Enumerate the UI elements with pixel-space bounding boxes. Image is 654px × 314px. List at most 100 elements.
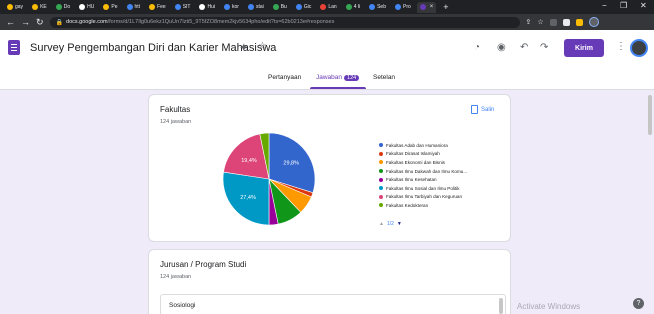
pager-next-icon[interactable]: ▼	[397, 221, 402, 227]
extension-icon[interactable]	[549, 18, 557, 26]
browser-tab[interactable]: Hui	[196, 2, 218, 13]
bookmark-star-icon[interactable]: ☆	[537, 18, 543, 26]
extension-icon[interactable]	[575, 18, 583, 26]
browser-tab[interactable]: kor	[221, 2, 242, 13]
legend-label: Fakultas Ilmu Sosial dan Ilmu Politik	[386, 185, 460, 191]
tab-label: Fee	[157, 4, 166, 10]
copy-chart-button[interactable]: Salin	[471, 105, 494, 114]
legend-item: Fakultas Adab dan Humaniora	[379, 141, 467, 150]
tab-favicon-icon	[295, 4, 302, 10]
tab-settings[interactable]: Setelan	[373, 74, 395, 81]
browser-tab[interactable]: Do	[53, 2, 73, 13]
extension-icon[interactable]	[562, 18, 570, 26]
browser-tab[interactable]: KE	[29, 2, 50, 13]
forward-icon[interactable]: →	[21, 17, 30, 27]
list-scrollbar[interactable]	[499, 298, 503, 314]
copy-icon	[471, 105, 478, 114]
legend-item: Fakultas Ilmu Dakwah dan Ilmu Komu...	[379, 167, 467, 176]
legend-item: Fakultas Dirasat Islamiyah	[379, 150, 467, 159]
lock-icon: 🔒	[55, 19, 64, 26]
tab-responses-label: Jawaban	[316, 74, 343, 81]
tab-favicon-icon	[247, 4, 254, 10]
back-icon[interactable]: ←	[6, 17, 15, 27]
browser-tab[interactable]: gay	[4, 2, 26, 13]
browser-tab[interactable]: Pe	[100, 2, 120, 13]
help-icon[interactable]: ?	[633, 298, 644, 309]
legend-swatch	[379, 186, 383, 191]
legend-swatch	[379, 169, 383, 174]
undo-icon[interactable]: ↶	[520, 42, 528, 53]
legend-item: Fakultas Ekonomi dan Bisnis	[379, 158, 467, 167]
reload-icon[interactable]: ↻	[36, 17, 44, 28]
send-button[interactable]: Kirim	[564, 39, 604, 57]
response-list[interactable]: Sosiologi	[160, 294, 506, 314]
restore-icon[interactable]: ❐	[620, 1, 627, 10]
address-bar: ← → ↻ 🔒 docs.google.com/forms/d/1L7Ilg0u…	[0, 14, 654, 30]
active-tab-indicator	[310, 87, 366, 89]
legend-label: Fakultas Kedokteran	[386, 202, 429, 208]
tab-favicon-icon	[345, 4, 352, 10]
browser-tab[interactable]: Bu	[270, 2, 290, 13]
browser-tab[interactable]: Seb	[366, 2, 389, 13]
browser-tab[interactable]: 4 li	[343, 2, 363, 13]
browser-tab[interactable]: stai	[245, 2, 267, 13]
legend-item: Fakultas Ilmu Tarbiyah dan Keguruan	[379, 193, 467, 202]
tab-label: kor	[231, 4, 239, 10]
close-tab-icon[interactable]: ×	[430, 4, 434, 10]
pager-text: 1/2	[386, 221, 394, 227]
response-count: 124 jawaban	[160, 119, 192, 125]
avatar[interactable]	[630, 39, 648, 57]
legend-label: Fakultas Ilmu Kesehatan	[386, 177, 437, 183]
browser-tab[interactable]: Pro	[392, 2, 414, 13]
legend-swatch	[379, 143, 383, 148]
new-tab-button[interactable]: +	[443, 2, 448, 12]
tab-label: SIT	[182, 4, 191, 10]
share-icon[interactable]: ⇪	[526, 18, 532, 26]
tab-favicon-icon	[79, 4, 86, 10]
move-to-folder-icon[interactable]: ⯌	[240, 42, 248, 53]
browser-tab[interactable]: Fee	[146, 2, 169, 13]
more-options-icon[interactable]: ⋮	[616, 41, 626, 52]
legend-swatch	[379, 177, 383, 182]
url-input[interactable]: 🔒 docs.google.com/forms/d/1L7Ilg0u6ekz1Q…	[49, 16, 520, 28]
preview-eye-icon[interactable]: ◉	[497, 42, 506, 53]
pie-slice-label: 27,4%	[240, 195, 256, 201]
star-icon[interactable]: ☆	[258, 41, 267, 52]
tab-favicon-icon	[272, 4, 279, 10]
tab-favicon-icon	[55, 4, 62, 10]
page-scrollbar[interactable]	[648, 95, 652, 135]
tab-label: Gic	[303, 4, 312, 10]
browser-tab-strip: gay KE Do HU Pe htt Fee SIT Hui kor stai Bu Gic Lan 4 …	[0, 0, 654, 14]
legend-label: Fakultas Adab dan Humaniora	[386, 142, 448, 148]
tab-label: Pe	[111, 4, 118, 10]
legend-swatch	[379, 151, 383, 156]
browser-tab[interactable]: Gic	[293, 2, 315, 13]
minimize-icon[interactable]: −	[602, 1, 607, 10]
forms-logo-icon[interactable]	[8, 40, 20, 55]
legend-item: Fakultas Ilmu Kesehatan	[379, 175, 467, 184]
tab-favicon-icon	[174, 4, 181, 10]
legend-swatch	[379, 194, 383, 199]
activate-windows-watermark: Activate Windows	[517, 302, 581, 311]
legend-swatch	[379, 160, 383, 165]
browser-tab[interactable]: HU	[76, 2, 97, 13]
legend-item: Fakultas Kedokteran	[379, 201, 467, 210]
browser-tab[interactable]: htt	[124, 2, 144, 13]
tab-label: Bu	[280, 4, 287, 10]
browser-tab[interactable]: SIT	[172, 2, 194, 13]
legend-label: Fakultas Ilmu Dakwah dan Ilmu Komu...	[386, 168, 468, 174]
tab-label: Hui	[207, 4, 215, 10]
redo-icon[interactable]: ↷	[540, 42, 548, 53]
tab-questions[interactable]: Pertanyaan	[268, 74, 301, 81]
browser-tab[interactable]: ×	[416, 1, 437, 13]
palette-icon[interactable]: ◔	[474, 42, 480, 53]
browser-tab[interactable]: Lan	[317, 2, 339, 13]
pager-prev-icon[interactable]: ▲	[379, 221, 384, 227]
form-tabs: Pertanyaan Jawaban 124 Setelan	[0, 70, 654, 90]
tab-favicon-icon	[395, 4, 401, 10]
tab-label: Lan	[328, 4, 337, 10]
close-window-icon[interactable]: ✕	[640, 1, 647, 10]
tab-favicon-icon	[199, 4, 206, 10]
browser-profile-avatar[interactable]	[588, 17, 599, 27]
tab-responses[interactable]: Jawaban 124	[316, 74, 360, 81]
